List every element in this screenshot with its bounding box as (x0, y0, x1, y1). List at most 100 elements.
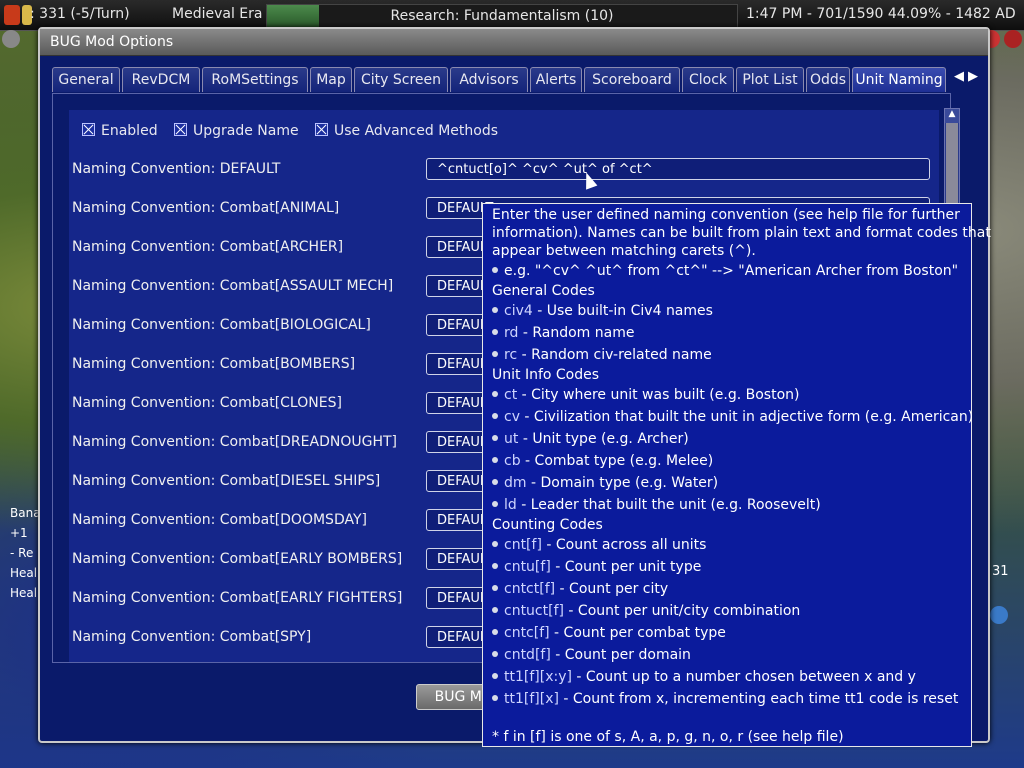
tab-romsettings[interactable]: RoMSettings (202, 67, 308, 92)
scroll-up-icon[interactable]: ▲ (945, 109, 959, 123)
upgrade-name-checkbox[interactable]: Upgrade Name (174, 123, 299, 139)
checkbox-checked-icon[interactable] (82, 123, 95, 136)
code-desc: - Random civ-related name (517, 347, 712, 363)
code-desc: - Combat type (e.g. Melee) (520, 453, 714, 469)
tooltip-footnote: * f in [f] is one of s, A, a, p, g, n, o… (492, 729, 844, 745)
code-desc: - Count per unit/city combination (563, 603, 801, 619)
tooltip-code-item: ct - City where unit was built (e.g. Bos… (492, 387, 799, 403)
tab-map[interactable]: Map (310, 67, 352, 92)
close-game-icon[interactable] (1004, 30, 1022, 48)
naming-label-spy: Naming Convention: Combat[SPY] (72, 629, 312, 645)
enabled-checkbox[interactable]: Enabled (82, 123, 158, 139)
left-info-line: Heal (10, 586, 38, 600)
tooltip-code-item: rd - Random name (492, 325, 634, 341)
code-name: rc (504, 347, 518, 363)
bullet-icon (492, 479, 498, 485)
code-name: cntct[f] (504, 581, 556, 597)
bullet-icon (492, 585, 498, 591)
tab-alerts[interactable]: Alerts (530, 67, 582, 92)
tab-general[interactable]: General (52, 67, 120, 92)
bullet-icon (492, 695, 498, 701)
example-text: e.g. "^cv^ ^ut^ from ^ct^" --> "American… (504, 263, 959, 279)
code-name: ut (504, 431, 519, 447)
scroll-thumb[interactable] (946, 123, 958, 207)
naming-label-default: Naming Convention: DEFAULT (72, 161, 281, 177)
code-desc: - Count per domain (550, 647, 691, 663)
code-name: cv (504, 409, 520, 425)
code-name: cntc[f] (504, 625, 550, 641)
tab-revdcm[interactable]: RevDCM (122, 67, 200, 92)
naming-label-animal: Naming Convention: Combat[ANIMAL] (72, 200, 340, 216)
naming-label-bombers: Naming Convention: Combat[BOMBERS] (72, 356, 356, 372)
tooltip-intro: appear between matching carets (^). (492, 243, 756, 259)
code-name: cntuct[f] (504, 603, 564, 619)
tooltip-code-item: ld - Leader that built the unit (e.g. Ro… (492, 497, 821, 513)
bullet-icon (492, 563, 498, 569)
list-scrollbar[interactable]: ▲ (944, 108, 960, 208)
code-name: ct (504, 387, 518, 403)
tooltip-code-item: cntu[f] - Count per unit type (492, 559, 701, 575)
bullet-icon (492, 673, 498, 679)
naming-label-diesel-ships: Naming Convention: Combat[DIESEL SHIPS] (72, 473, 381, 489)
tab-city-screen[interactable]: City Screen (354, 67, 448, 92)
bullet-icon (492, 413, 498, 419)
tooltip-code-item: civ4 - Use built-in Civ4 names (492, 303, 713, 319)
checkbox-checked-icon[interactable] (174, 123, 187, 136)
code-desc: - Use built-in Civ4 names (532, 303, 713, 319)
naming-help-tooltip: Enter the user defined naming convention… (482, 203, 991, 747)
bullet-icon (492, 501, 498, 507)
zoom-globe-icon[interactable] (990, 606, 1008, 624)
clock-status: 1:47 PM - 701/1590 44.09% - 1482 AD (746, 6, 1016, 22)
tooltip-intro: Enter the user defined naming convention… (492, 207, 960, 223)
code-desc: - Civilization that built the unit in ad… (519, 409, 974, 425)
tooltip-code-item: cntc[f] - Count per combat type (492, 625, 726, 641)
code-desc: - Count from x, incrementing each time t… (558, 691, 959, 707)
naming-label-assault-mech: Naming Convention: Combat[ASSAULT MECH] (72, 278, 394, 294)
code-name: cb (504, 453, 521, 469)
menu-icon[interactable] (4, 5, 20, 25)
advanced-methods-checkbox[interactable]: Use Advanced Methods (315, 123, 498, 139)
tooltip-code-item: cb - Combat type (e.g. Melee) (492, 453, 713, 469)
naming-label-archer: Naming Convention: Combat[ARCHER] (72, 239, 344, 255)
tab-scoreboard[interactable]: Scoreboard (584, 67, 680, 92)
bullet-icon (492, 541, 498, 547)
bullet-icon (492, 435, 498, 441)
tab-clock[interactable]: Clock (682, 67, 734, 92)
tooltip-section-header: Counting Codes (492, 517, 603, 533)
tab-unit-naming[interactable]: Unit Naming (852, 67, 946, 92)
code-name: tt1[f][x:y] (504, 669, 572, 685)
tooltip-example: e.g. "^cv^ ^ut^ from ^ct^" --> "American… (492, 263, 958, 279)
code-desc: - Unit type (e.g. Archer) (518, 431, 689, 447)
tab-odds[interactable]: Odds (806, 67, 850, 92)
code-desc: - Count across all units (541, 537, 707, 553)
bullet-icon (492, 307, 498, 313)
advisor-icon[interactable] (2, 30, 20, 48)
tab-scroll-right-icon[interactable]: ▶ (968, 69, 978, 84)
bullet-icon (492, 351, 498, 357)
left-unit-info: Bana +1 - Re Heal Heal (10, 503, 41, 603)
bullet-icon (492, 267, 498, 273)
code-desc: - Count per combat type (549, 625, 726, 641)
checkbox-label: Enabled (101, 123, 158, 139)
tab-scroll-left-icon[interactable]: ◀ (954, 69, 964, 84)
code-name: cnt[f] (504, 537, 542, 553)
tab-advisors[interactable]: Advisors (450, 67, 528, 92)
research-label: Research: Fundamentalism (10) (390, 8, 614, 24)
tooltip-code-item: cntuct[f] - Count per unit/city combinat… (492, 603, 800, 619)
checkbox-label: Use Advanced Methods (334, 123, 499, 139)
code-desc: - Random name (518, 325, 635, 341)
research-bar[interactable]: Research: Fundamentalism (10) (266, 4, 738, 28)
left-info-line: +1 (10, 526, 28, 540)
naming-input-default[interactable]: ^cntuct[o]^ ^cv^ ^ut^ of ^ct^ (426, 158, 930, 180)
tooltip-code-item: cnt[f] - Count across all units (492, 537, 706, 553)
checkbox-checked-icon[interactable] (315, 123, 328, 136)
tooltip-code-item: tt1[f][x] - Count from x, incrementing e… (492, 691, 958, 707)
gold-readout: : 331 (-5/Turn) (30, 6, 130, 22)
tooltip-code-item: rc - Random civ-related name (492, 347, 712, 363)
code-desc: - Count up to a number chosen between x … (571, 669, 916, 685)
tooltip-section-header: General Codes (492, 283, 595, 299)
code-desc: - Count per unit type (550, 559, 702, 575)
tab-plot-list[interactable]: Plot List (736, 67, 804, 92)
era-readout: Medieval Era (172, 6, 263, 22)
tooltip-code-item: cntct[f] - Count per city (492, 581, 668, 597)
